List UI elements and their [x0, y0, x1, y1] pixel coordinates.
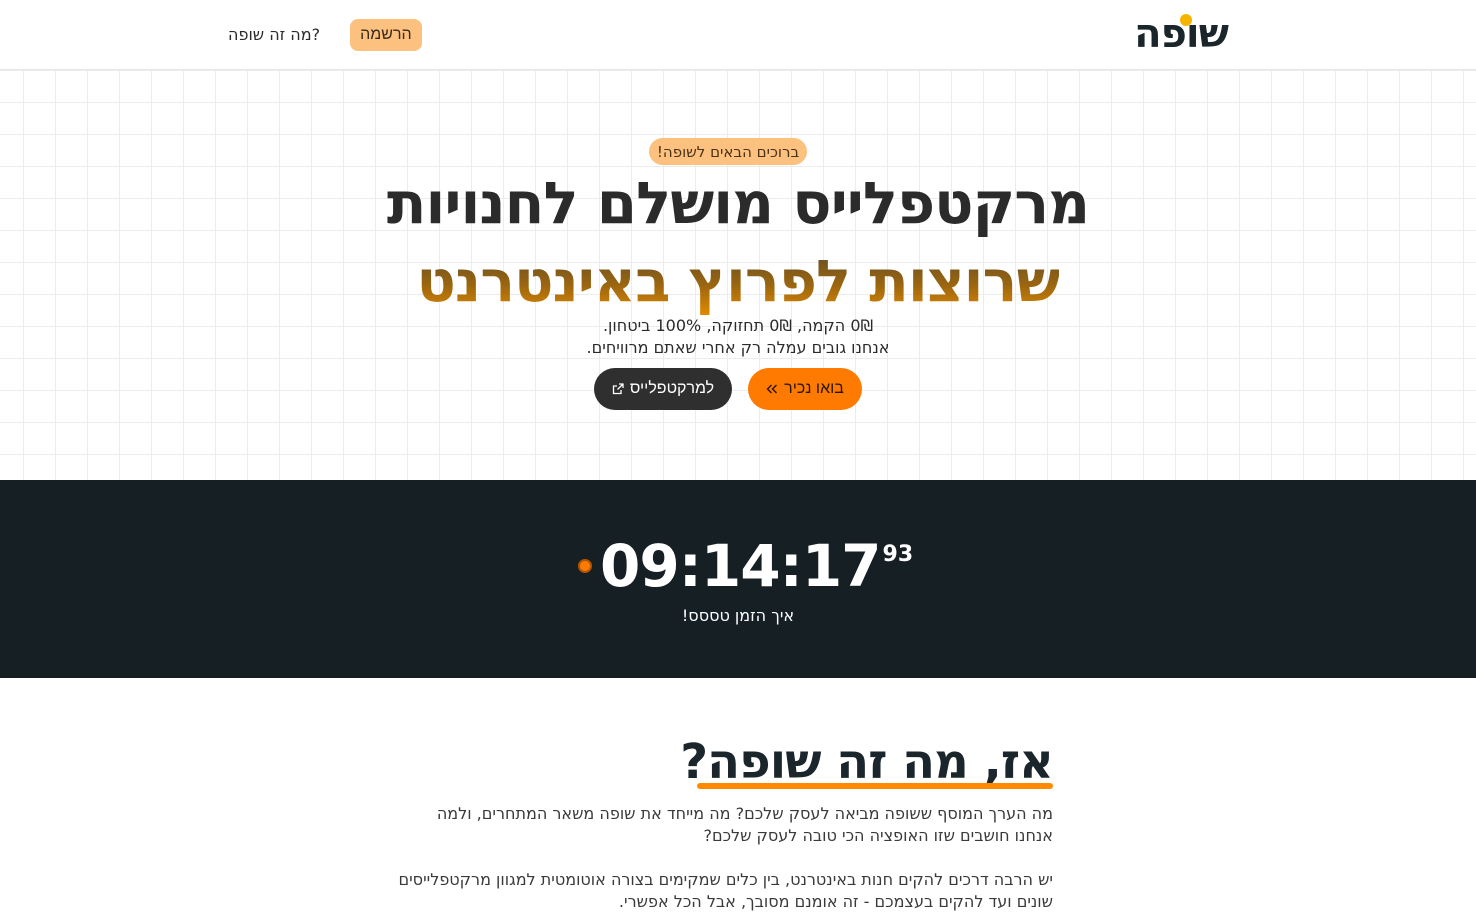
hero-subtitle-line1: 0₪ הקמה, 0₪ תחזוקה, 100% ביטחון. [602, 316, 874, 335]
external-link-icon [612, 383, 624, 395]
timer-time: 09:14:17 [600, 532, 882, 600]
get-to-know-button[interactable]: בואו נכיר [748, 368, 862, 410]
hero-section: ברוכים הבאים לשופה! מרקטפלייס מושלם לחנו… [0, 70, 1476, 480]
nav-link-what-is[interactable]: מה זה שופה? [228, 19, 320, 51]
about-title-underline [697, 783, 1053, 789]
nav-links: הרשמה מה זה שופה? [228, 19, 422, 51]
logo[interactable]: שופה [1134, 14, 1229, 54]
get-to-know-button-label: בואו נכיר [784, 380, 844, 397]
navbar: שופה הרשמה מה זה שופה? [0, 0, 1476, 70]
marketplace-button-label: למרקטפלייס [629, 380, 715, 397]
timer-section: 09:14:17 93 איך הזמן טססס! [0, 480, 1476, 678]
about-paragraph-1: מה הערך המוסף ששופה מביאה לעסק שלכם? מה … [436, 804, 1053, 845]
hero-subtitle: 0₪ הקמה, 0₪ תחזוקה, 100% ביטחון. אנחנו ג… [0, 315, 1476, 359]
welcome-badge: ברוכים הבאים לשופה! [649, 138, 807, 165]
timer-fraction: 93 [882, 542, 914, 567]
double-chevron-left-icon [766, 384, 778, 394]
hero-subtitle-line2: אנחנו גובים עמלה רק אחרי שאתם מרוויחים. [586, 338, 890, 357]
timer-caption: איך הזמן טססס! [681, 606, 795, 625]
about-paragraph-2: יש הרבה דרכים להקים חנות באינטרנט, בין כ… [398, 870, 1053, 911]
hero-title-line2-text: שרוצות לפרוץ באינטרנט [416, 247, 1061, 315]
hero-title-line1: מרקטפלייס מושלם לחנויות [386, 169, 1090, 237]
hero-title-line2: שרוצות לפרוץ באינטרנט [0, 246, 1476, 316]
about-title: אז, מה זה שופה? [680, 734, 1054, 790]
timer-display: 09:14:17 93 [578, 534, 913, 598]
marketplace-button[interactable]: למרקטפלייס [594, 368, 732, 410]
live-dot-icon [578, 559, 592, 573]
hero-buttons: למרקטפלייס בואו נכיר [594, 368, 862, 410]
register-button[interactable]: הרשמה [350, 19, 422, 51]
